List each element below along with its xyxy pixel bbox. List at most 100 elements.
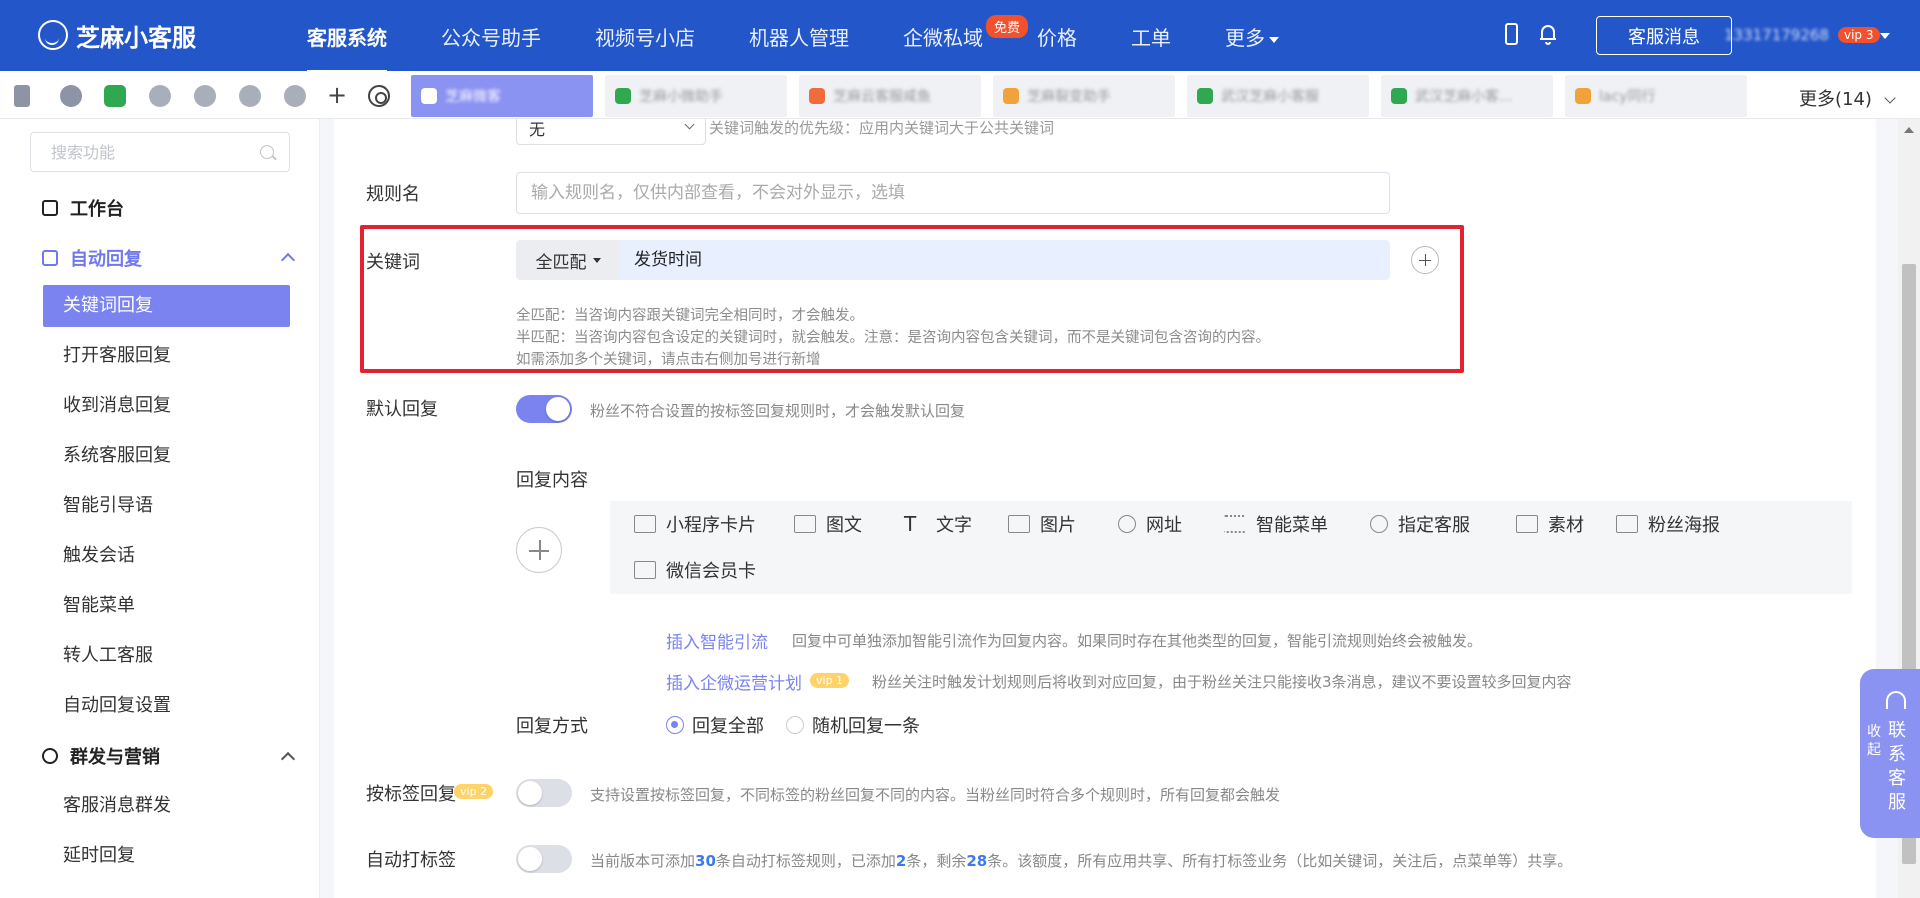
phone-icon[interactable] (14, 85, 30, 107)
nav-video-shop[interactable]: 视频号小店 (595, 22, 695, 51)
app-logo-icon (1575, 88, 1591, 104)
reply-type-panel: 小程序卡片 图文 T 文字 图片 网址 智能菜单 指定客服 素材 粉丝海报 微信会… (610, 501, 1852, 594)
reply-type-label: 图片 (1040, 515, 1076, 536)
reply-type-fan-poster[interactable]: 粉丝海报 (1616, 511, 1720, 537)
reply-type-text[interactable]: T 文字 (904, 511, 972, 537)
sidebar-item-delayed-reply[interactable]: 延时回复 (43, 835, 290, 877)
puzzle-icon[interactable] (194, 85, 216, 107)
sidebar-search (30, 132, 290, 172)
tab-label: 芝麻微客 (445, 89, 501, 105)
sidebar-item-smart-menu[interactable]: 智能菜单 (43, 585, 290, 627)
nav-more[interactable]: 更多 (1225, 22, 1279, 51)
floating-contact-widget[interactable]: 收起 联系客服 (1860, 669, 1920, 838)
reply-type-label: 智能菜单 (1256, 515, 1328, 536)
hint-text: 条。该额度，所有应用共享、所有打标签业务（比如关键词，关注后，点菜单等）共享。 (987, 852, 1573, 870)
insert-smart-link[interactable]: 插入智能引流 (666, 628, 768, 653)
auto-tag-total: 30 (695, 852, 716, 870)
material-icon (1516, 515, 1538, 533)
radio-reply-all[interactable]: 回复全部 (666, 712, 764, 738)
chevron-up-icon[interactable] (280, 751, 296, 767)
asterisk-icon[interactable] (239, 85, 261, 107)
tab-app-1[interactable]: 芝麻微客 (411, 75, 593, 117)
nav-customer-service[interactable]: 客服系统 (307, 22, 387, 73)
main-content: 无 关键词触发的优先级：应用内关键词大于公共关键词 规则名 关键词 全匹配 全匹… (334, 119, 1876, 898)
chevron-down-icon (1269, 36, 1279, 43)
sidebar-item-open-cs-reply[interactable]: 打开客服回复 (43, 335, 290, 377)
chevron-down-icon (1884, 92, 1896, 104)
reply-type-assigned-cs[interactable]: 指定客服 (1370, 511, 1470, 537)
rule-name-input[interactable] (516, 172, 1390, 214)
nav-wecom-private[interactable]: 企微私域 (903, 22, 983, 51)
sidebar-item-received-message-reply[interactable]: 收到消息回复 (43, 385, 290, 427)
home-icon (42, 200, 58, 216)
nav-ticket[interactable]: 工单 (1131, 22, 1171, 51)
insert-plan-link[interactable]: 插入企微运营计划 (666, 669, 802, 694)
add-reply-plus-icon[interactable] (516, 527, 562, 573)
nav-price[interactable]: 价格 (1037, 22, 1077, 51)
tab-app-7[interactable]: lacy同行 (1565, 75, 1747, 117)
gear-icon[interactable] (368, 85, 390, 107)
sidebar-item-keyword-reply[interactable]: 关键词回复 (43, 285, 290, 327)
add-tab-plus-icon[interactable]: + (327, 81, 347, 109)
nav-robot-management[interactable]: 机器人管理 (749, 22, 849, 51)
chevron-up-icon[interactable] (280, 252, 296, 268)
sidebar-item-transfer-human[interactable]: 转人工客服 (43, 635, 290, 677)
account-name[interactable]: 13317179268 (1724, 26, 1829, 44)
link-icon (1118, 515, 1136, 533)
tag-reply-hint: 支持设置按标签回复，不同标签的粉丝回复不同的内容。当粉丝同时符合多个规则时，所有… (590, 786, 1281, 804)
cube-icon[interactable] (284, 85, 306, 107)
vip-badge: vip 2 (454, 784, 494, 799)
sidebar-group-label: 工作台 (70, 199, 124, 220)
sidebar-group-marketing[interactable]: 群发与营销 (42, 743, 160, 769)
search-icon[interactable] (260, 145, 274, 159)
more-tabs-dropdown[interactable]: 更多(14) (1799, 85, 1896, 111)
reply-type-image[interactable]: 图片 (1008, 511, 1076, 537)
tab-app-4[interactable]: 芝麻裂变助手 (993, 75, 1175, 117)
tag-reply-toggle[interactable] (516, 779, 572, 807)
tab-app-5[interactable]: 武汉芝麻小客服 (1187, 75, 1369, 117)
sidebar-item-broadcast[interactable]: 客服消息群发 (43, 785, 290, 827)
top-navigation-bar: 芝麻小客服 客服系统 公众号助手 视频号小店 机器人管理 企微私域 免费 价格 … (0, 0, 1920, 73)
chat-icon[interactable] (60, 85, 82, 107)
account-chevron-down-icon[interactable] (1880, 33, 1890, 39)
sidebar-item-system-cs-reply[interactable]: 系统客服回复 (43, 435, 290, 477)
tab-app-3[interactable]: 芝麻云客服咸鱼 (799, 75, 981, 117)
reply-type-mini-program[interactable]: 小程序卡片 (634, 511, 756, 537)
mobile-icon[interactable] (1505, 23, 1518, 45)
tab-label: lacy同行 (1599, 89, 1656, 105)
customer-service-message-button[interactable]: 客服消息 (1596, 16, 1732, 55)
contact-cs-button[interactable]: 联系客服 (1886, 719, 1908, 815)
tab-app-6[interactable]: 武汉芝麻小客... (1381, 75, 1553, 117)
rule-name-label: 规则名 (366, 184, 420, 205)
sidebar-item-smart-guide[interactable]: 智能引导语 (43, 485, 290, 527)
radio-reply-random[interactable]: 随机回复一条 (786, 712, 920, 738)
logo[interactable]: 芝麻小客服 (38, 18, 196, 52)
nav-official-account[interactable]: 公众号助手 (441, 22, 541, 51)
reply-type-url[interactable]: 网址 (1118, 511, 1182, 537)
default-reply-toggle[interactable] (516, 395, 572, 423)
reply-type-article[interactable]: 图文 (794, 511, 862, 537)
scroll-up-arrow-icon[interactable] (1904, 127, 1914, 133)
member-card-icon (634, 561, 656, 579)
reply-type-material[interactable]: 素材 (1516, 511, 1584, 537)
sidebar-group-auto-reply[interactable]: 自动回复 (42, 245, 142, 271)
reply-mode-label: 回复方式 (516, 716, 588, 737)
auto-tag-added: 2 (895, 852, 907, 870)
radio-label: 回复全部 (692, 716, 764, 737)
bell-icon[interactable] (1538, 23, 1558, 45)
search-input[interactable] (49, 142, 249, 163)
reply-type-label: 粉丝海报 (1648, 515, 1720, 536)
link-icon[interactable] (149, 85, 171, 107)
wecom-icon[interactable] (104, 85, 126, 107)
keyword-group-select[interactable]: 无 (516, 119, 706, 145)
reply-type-member-card[interactable]: 微信会员卡 (634, 557, 756, 583)
sidebar-group-workbench[interactable]: 工作台 (42, 195, 124, 221)
sidebar-item-trigger-session[interactable]: 触发会话 (43, 535, 290, 577)
auto-tag-toggle[interactable] (516, 845, 572, 873)
tab-label: 武汉芝麻小客服 (1221, 89, 1319, 105)
tab-app-2[interactable]: 芝麻小微助手 (605, 75, 787, 117)
sidebar-item-auto-reply-settings[interactable]: 自动回复设置 (43, 685, 290, 727)
default-reply-hint: 粉丝不符合设置的按标签回复规则时，才会触发默认回复 (590, 402, 966, 420)
reply-type-smart-menu[interactable]: 智能菜单 (1224, 511, 1328, 537)
collapse-button[interactable]: 收起 (1866, 723, 1882, 759)
